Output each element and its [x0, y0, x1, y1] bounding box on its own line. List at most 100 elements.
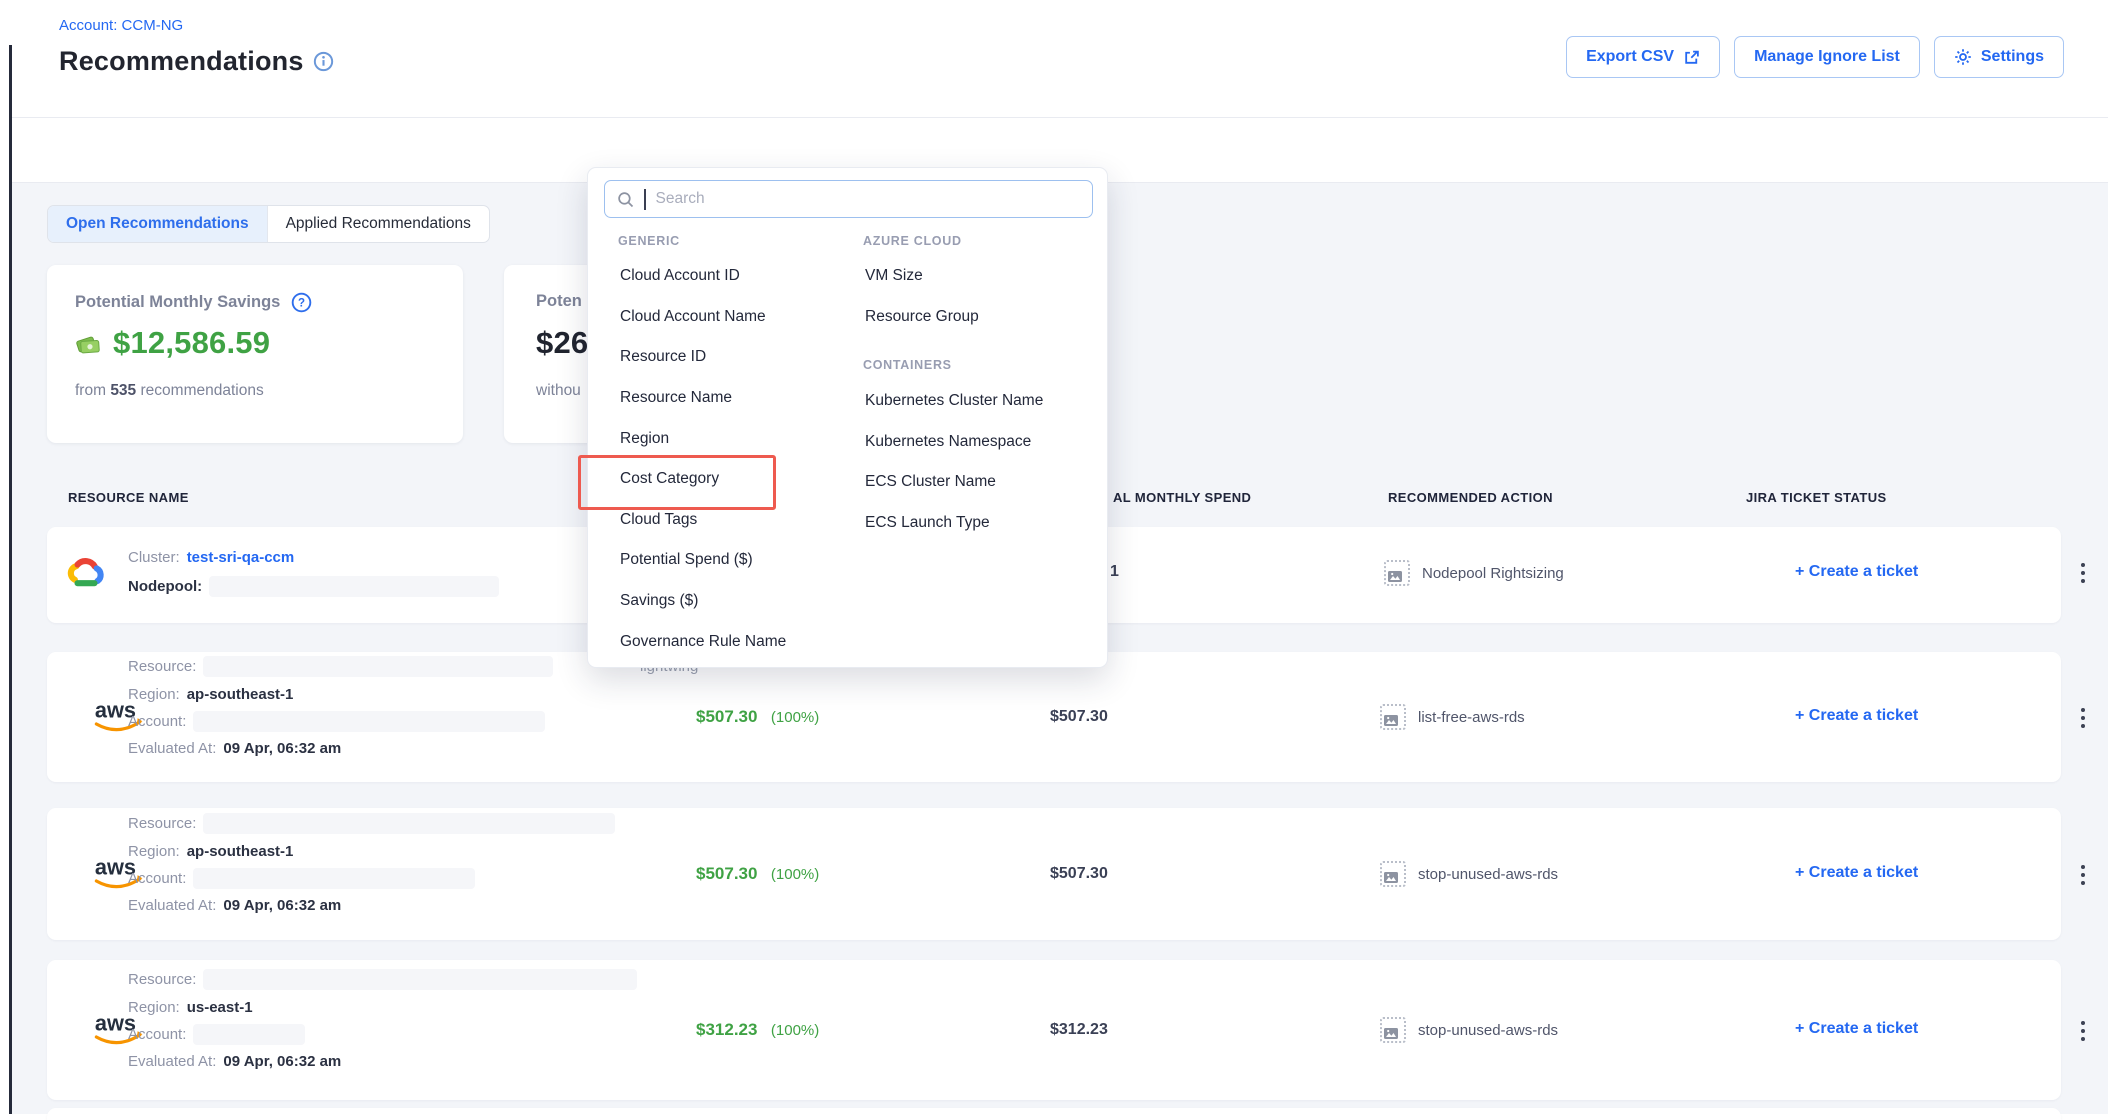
total-monthly-spend-value: $507.30 — [1050, 865, 1108, 883]
manage-ignore-list-label: Manage Ignore List — [1754, 48, 1900, 66]
evaluated-at-label: Evaluated At: — [128, 897, 216, 914]
account-label: Account: — [128, 713, 186, 730]
add-filter-dropdown: Search GENERIC Cloud Account ID Cloud Ac… — [587, 167, 1108, 668]
evaluated-at-value: 09 Apr, 06:32 am — [223, 897, 341, 914]
tab-applied-recommendations[interactable]: Applied Recommendations — [267, 206, 489, 242]
recommended-action-label: list-free-aws-rds — [1418, 709, 1525, 726]
create-ticket-link[interactable]: + Create a ticket — [1795, 864, 1918, 882]
filter-option[interactable]: Kubernetes Namespace — [863, 422, 1103, 463]
filter-option[interactable]: Potential Spend ($) — [618, 540, 848, 581]
potential-monthly-savings-card: Potential Monthly Savings ? $12,586.59 f… — [47, 265, 463, 443]
table-row[interactable]: aws Resource: Region: ap-southeast-1 Acc… — [47, 808, 2061, 940]
filter-option[interactable]: ECS Cluster Name — [863, 462, 1103, 503]
question-icon[interactable]: ? — [291, 292, 312, 313]
page-title: Recommendations — [59, 46, 304, 77]
filter-option[interactable]: Resource ID — [618, 337, 848, 378]
total-monthly-spend-fragment: 1 — [1110, 563, 1119, 581]
settings-label: Settings — [1981, 48, 2044, 66]
nodepool-label: Nodepool: — [128, 578, 202, 595]
filter-option[interactable]: Cloud Account ID — [618, 256, 848, 297]
external-link-icon — [1683, 49, 1700, 66]
row-menu-kebab[interactable] — [2075, 702, 2091, 734]
svg-text:?: ? — [298, 298, 305, 310]
monthly-savings-percent: (100%) — [771, 709, 819, 726]
resource-label: Resource: — [128, 815, 196, 832]
create-ticket-link[interactable]: + Create a ticket — [1795, 1020, 1918, 1038]
row-menu-kebab[interactable] — [2075, 1015, 2091, 1047]
evaluated-at-value: 09 Apr, 06:32 am — [223, 1053, 341, 1070]
redacted-account-value — [193, 868, 475, 889]
cluster-label: Cluster: — [128, 549, 180, 566]
search-placeholder: Search — [656, 190, 705, 208]
savings-value: $12,586.59 — [113, 325, 270, 361]
filter-option[interactable]: VM Size — [863, 256, 1093, 297]
column-header-total-monthly-spend: AL MONTHLY SPEND — [1113, 490, 1251, 505]
monthly-savings-percent: (100%) — [771, 866, 819, 883]
account-label: Account: — [128, 1026, 186, 1043]
redacted-account-value — [193, 1024, 305, 1045]
cluster-link[interactable]: test-sri-qa-ccm — [187, 549, 295, 566]
filter-option[interactable]: Cloud Account Name — [618, 297, 848, 338]
total-monthly-spend-value: $312.23 — [1050, 1021, 1108, 1039]
filter-option[interactable]: Governance Rule Name — [618, 621, 848, 662]
column-header-recommended-action: RECOMMENDED ACTION — [1388, 490, 1553, 505]
resource-label: Resource: — [128, 971, 196, 988]
search-icon — [617, 191, 634, 208]
recommended-action-label: Nodepool Rightsizing — [1422, 565, 1564, 582]
savings-card-title: Potential Monthly Savings — [75, 293, 280, 312]
table-row[interactable]: aws Resource: Region: us-east-1 Account:… — [47, 960, 2061, 1100]
money-icon — [73, 330, 105, 357]
account-label: Account: — [128, 870, 186, 887]
broken-image-icon — [1380, 704, 1406, 730]
filter-option[interactable]: Resource Group — [863, 297, 1093, 338]
redacted-nodepool-value — [209, 576, 499, 597]
table-row[interactable]: aws Resource: Region: ap-southeast-1 Acc… — [47, 652, 2061, 782]
redacted-resource-value — [203, 813, 615, 834]
filter-option-cost-category[interactable]: Cost Category — [618, 459, 848, 500]
row-menu-kebab[interactable] — [2075, 859, 2091, 891]
column-header-resource-name: RESOURCE NAME — [68, 490, 189, 505]
settings-button[interactable]: Settings — [1934, 36, 2064, 78]
row-menu-kebab[interactable] — [2075, 557, 2091, 589]
savings-count: 535 — [110, 382, 136, 399]
monthly-savings-value: $507.30 — [696, 864, 757, 883]
section-header-azure-cloud: AZURE CLOUD — [863, 234, 962, 248]
search-input[interactable]: Search — [604, 180, 1093, 218]
region-label: Region: — [128, 843, 180, 860]
export-csv-button[interactable]: Export CSV — [1566, 36, 1720, 78]
filter-option[interactable]: Resource Name — [618, 378, 848, 419]
filter-option[interactable]: ECS Launch Type — [863, 503, 1103, 544]
savings-subtext-suffix: recommendations — [141, 382, 264, 399]
recommended-action-label: stop-unused-aws-rds — [1418, 866, 1558, 883]
savings-subtext: from 535 recommendations — [75, 382, 264, 400]
section-header-generic: GENERIC — [618, 234, 680, 248]
info-icon[interactable] — [313, 51, 334, 72]
spend-card-value-fragment: $26 — [536, 325, 588, 361]
resource-label: Resource: — [128, 658, 196, 675]
create-ticket-link[interactable]: + Create a ticket — [1795, 563, 1918, 581]
filter-option[interactable]: Region — [618, 418, 848, 459]
create-ticket-link[interactable]: + Create a ticket — [1795, 707, 1918, 725]
region-label: Region: — [128, 999, 180, 1016]
filter-option[interactable]: Savings ($) — [618, 581, 848, 622]
manage-ignore-list-button[interactable]: Manage Ignore List — [1734, 36, 1920, 78]
section-header-containers: CONTAINERS — [863, 358, 952, 372]
spend-card-title-fragment: Poten — [536, 292, 582, 311]
tab-open-recommendations[interactable]: Open Recommendations — [48, 206, 267, 242]
redacted-resource-value — [203, 656, 553, 677]
monthly-savings-percent: (100%) — [771, 1022, 819, 1039]
broken-image-icon — [1384, 560, 1410, 586]
broken-image-icon — [1380, 861, 1406, 887]
column-header-jira-ticket-status: JIRA TICKET STATUS — [1746, 490, 1887, 505]
monthly-savings-value: $312.23 — [696, 1020, 757, 1039]
table-row[interactable] — [47, 1108, 2061, 1120]
region-value: ap-southeast-1 — [187, 686, 294, 703]
region-value: us-east-1 — [187, 999, 253, 1016]
filter-option[interactable]: Cloud Tags — [618, 500, 848, 541]
recommendations-tabs: Open Recommendations Applied Recommendat… — [47, 205, 490, 243]
spend-card-subtext-fragment: withou — [536, 382, 581, 400]
filter-option[interactable]: Kubernetes Cluster Name — [863, 381, 1103, 422]
savings-subtext-prefix: from — [75, 382, 106, 399]
breadcrumb[interactable]: Account: CCM-NG — [59, 17, 183, 34]
redacted-resource-value — [203, 969, 637, 990]
